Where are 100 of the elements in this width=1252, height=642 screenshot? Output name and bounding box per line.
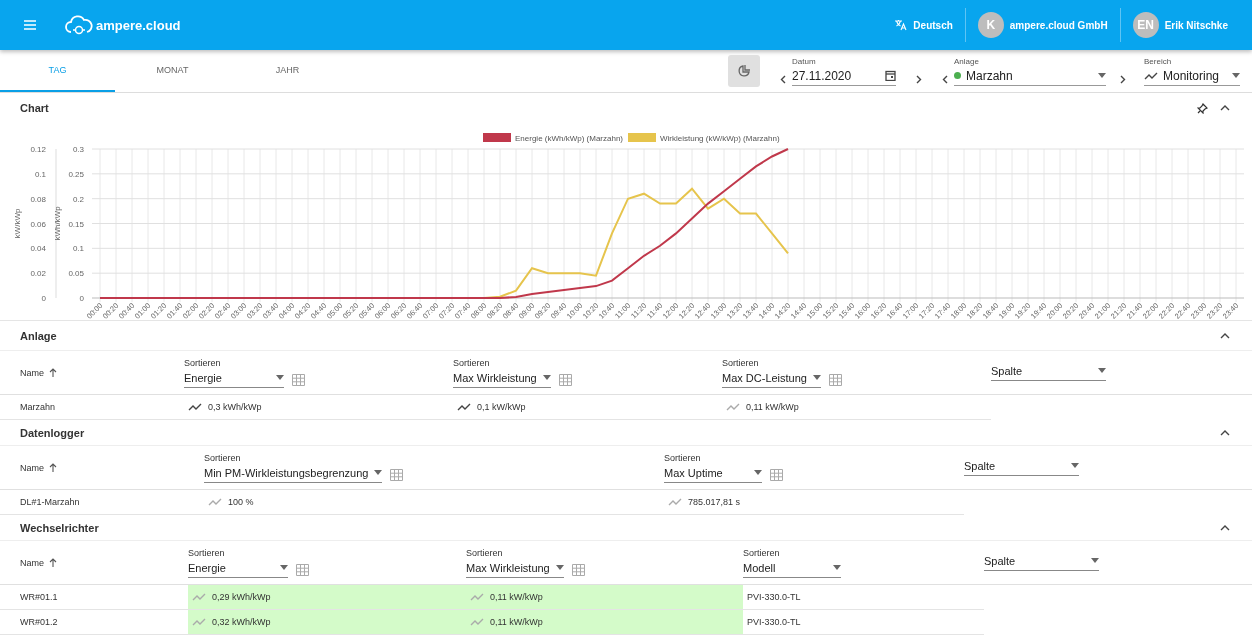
axis-tick-label: 0.12	[30, 145, 46, 154]
table-icon[interactable]	[390, 468, 404, 481]
caret-icon	[1098, 73, 1106, 78]
field-label: Bereich	[1144, 56, 1173, 66]
tab[interactable]: MONAT	[115, 50, 230, 92]
trend-icon	[188, 403, 202, 411]
axis-tick-label: 0.1	[34, 169, 46, 179]
table-cell: 0,1 kW/kWp	[453, 395, 722, 420]
calendar-icon	[885, 70, 896, 81]
column-select[interactable]: Max Wirkleistung	[466, 561, 564, 578]
table-cell: 100 %	[204, 490, 664, 515]
axis-title: kWh/kWp	[53, 206, 62, 241]
menu-button[interactable]	[22, 18, 38, 32]
chevron-right-icon	[1120, 74, 1126, 84]
sort-label: Sortieren	[453, 357, 491, 368]
axis-tick-label: 0.02	[30, 269, 46, 279]
cloud-logo-icon	[64, 15, 94, 35]
table-cell: Marzahn	[0, 395, 184, 420]
table-icon[interactable]	[770, 468, 783, 481]
axis-tick-label: 0.1	[72, 244, 84, 254]
column-select[interactable]: Spalte	[964, 459, 1079, 476]
trend-icon	[192, 593, 206, 601]
trend-icon	[668, 498, 682, 506]
arrow-up-icon	[49, 368, 57, 377]
trend-icon	[192, 618, 206, 626]
table-cell: 0,3 kWh/kWp	[184, 395, 453, 420]
chevron-up-icon	[1220, 524, 1230, 531]
section-title: Wechselrichter	[20, 521, 99, 534]
caret-icon	[1091, 558, 1099, 563]
tab[interactable]: JAHR	[230, 50, 345, 92]
table-icon[interactable]	[829, 373, 842, 386]
legend-swatch	[628, 133, 656, 142]
caret-icon	[543, 375, 551, 380]
name-sort-button[interactable]: Name	[20, 367, 184, 378]
caret-icon	[556, 565, 564, 570]
area-select[interactable]: Monitoring	[1144, 68, 1240, 83]
axis-title: kW/kWp	[13, 208, 22, 239]
sort-label: Sortieren	[204, 452, 242, 463]
table-icon[interactable]	[559, 373, 572, 386]
menu-icon	[24, 20, 36, 30]
table-cell: DL#1-Marzahn	[0, 490, 204, 515]
legend-swatch	[483, 133, 511, 142]
caret-icon	[280, 565, 288, 570]
collapse-button[interactable]	[1218, 103, 1232, 113]
table-cell: PVI-330.0-TL	[743, 585, 984, 610]
caret-icon	[833, 565, 841, 570]
column-select[interactable]: Energie	[184, 371, 284, 388]
translate-icon	[894, 19, 908, 31]
sort-label: Sortieren	[743, 547, 781, 558]
caret-icon	[1098, 368, 1106, 373]
column-select[interactable]: Spalte	[984, 554, 1099, 571]
column-select[interactable]: Max Wirkleistung	[453, 371, 551, 388]
column-select[interactable]: Min PM-Wirkleistungsbegrenzung	[204, 466, 383, 483]
column-select[interactable]: Max DC-Leistung	[722, 371, 821, 388]
trend-icon	[1144, 71, 1158, 80]
axis-tick-label: 0.15	[68, 219, 84, 229]
table-cell: 0,11 kW/kWp	[466, 585, 743, 610]
axis-tick-label: 0.2	[72, 194, 84, 204]
caret-icon	[754, 470, 762, 475]
column-select[interactable]: Energie	[188, 561, 288, 578]
table-icon[interactable]	[292, 373, 305, 386]
pie-chart-icon	[737, 64, 751, 78]
axis-tick-label: 0	[41, 294, 46, 303]
column-select[interactable]: Spalte	[991, 364, 1106, 381]
axis-tick-label: 0.06	[30, 219, 46, 229]
axis-tick-label: 0.3	[72, 145, 84, 154]
table-icon[interactable]	[296, 563, 309, 576]
section-title: Chart	[20, 102, 49, 114]
field-label: Datum	[792, 56, 817, 66]
sort-label: Sortieren	[184, 357, 222, 368]
caret-icon	[1071, 463, 1079, 468]
table-cell: 0,11 kW/kWp	[466, 610, 743, 635]
axis-tick-label: 0.04	[30, 244, 46, 254]
caret-icon	[813, 375, 821, 380]
avatar: EN	[1132, 12, 1159, 38]
trend-icon	[470, 593, 484, 601]
table-cell: 0,29 kWh/kWp	[188, 585, 466, 610]
trend-icon	[470, 618, 484, 626]
caret-icon	[374, 470, 383, 475]
brand-name: ampere.cloud	[96, 17, 181, 33]
chevron-left-icon	[780, 74, 786, 84]
avatar: K	[977, 12, 1004, 38]
chevron-left-icon	[942, 74, 948, 84]
name-sort-button[interactable]: Name	[20, 557, 188, 568]
name-sort-button[interactable]: Name	[20, 462, 204, 473]
axis-tick-label: 0.25	[68, 169, 84, 179]
chart-view-button[interactable]	[728, 55, 760, 87]
plant-select[interactable]: Marzahn	[954, 68, 1106, 83]
sort-label: Sortieren	[722, 357, 760, 368]
axis-tick-label: 0.08	[30, 194, 46, 204]
column-select[interactable]: Max Uptime	[664, 466, 762, 483]
table-cell: 0,32 kWh/kWp	[188, 610, 466, 635]
section-title: Anlage	[20, 329, 57, 342]
trend-icon	[457, 403, 471, 411]
sort-label: Sortieren	[664, 452, 702, 463]
table-icon[interactable]	[572, 563, 585, 576]
date-field[interactable]: 27.11.2020	[792, 68, 896, 83]
arrow-up-icon	[49, 558, 57, 567]
column-select[interactable]: Modell	[743, 561, 841, 578]
trend-icon	[726, 403, 740, 411]
